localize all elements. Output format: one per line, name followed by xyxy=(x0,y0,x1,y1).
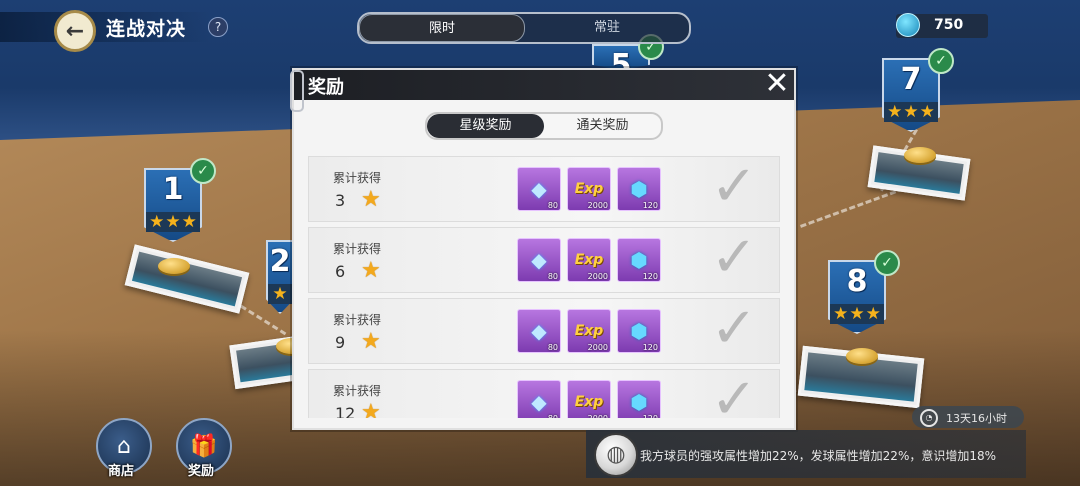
back-arrow-icon: ← xyxy=(65,18,85,44)
claimed-check-icon: ✓ xyxy=(710,296,758,361)
claimed-check-icon: ✓ xyxy=(710,156,758,219)
row-label: 累计获得 xyxy=(333,242,382,256)
dialog-title: 奖励 xyxy=(308,77,344,98)
volleyball-icon: ◍ xyxy=(594,433,638,477)
back-button[interactable]: ← xyxy=(54,10,96,52)
reward-item[interactable]: Exp2000 xyxy=(567,167,611,211)
star-count: 6 xyxy=(335,262,346,281)
reward-item[interactable]: ◆80 xyxy=(517,380,561,418)
check-icon: ✓ xyxy=(874,250,900,276)
reward-tabs: 星级奖励 通关奖励 xyxy=(425,112,663,140)
star-count: 12 xyxy=(335,404,356,418)
reward-item[interactable]: Exp2000 xyxy=(567,380,611,418)
claimed-check-icon: ✓ xyxy=(710,225,758,290)
coin-icon xyxy=(158,258,190,274)
star-count: 9 xyxy=(335,333,346,352)
dialog-header: 奖励 ✕ xyxy=(294,69,794,100)
reward-item[interactable]: ◆80 xyxy=(517,309,561,353)
close-button[interactable]: ✕ xyxy=(762,69,792,100)
tab-clear-reward[interactable]: 通关奖励 xyxy=(544,114,661,138)
stage-badge[interactable]: 1 ★ ★ ★ ✓ xyxy=(144,158,216,242)
shop-label: 商店 xyxy=(108,464,135,479)
exp-icon: Exp xyxy=(574,394,604,410)
coin-icon xyxy=(904,147,936,163)
currency-value: 750 xyxy=(934,17,964,33)
event-timer: ◔ 13天16小时 xyxy=(912,406,1024,428)
mode-tabs: 限时 常驻 xyxy=(357,12,691,44)
check-icon: ✓ xyxy=(928,48,954,74)
stage-stars: ★ ★ ★ xyxy=(830,304,884,324)
page-title: 连战对决 xyxy=(106,18,187,40)
stage-stars: ★ xyxy=(268,284,292,304)
coin-icon xyxy=(846,348,878,364)
stage-badge[interactable]: 2 ★ xyxy=(266,240,294,314)
check-icon: ✓ xyxy=(190,158,216,184)
reward-label: 奖励 xyxy=(188,464,215,479)
row-label: 累计获得 xyxy=(333,384,382,398)
tab-limited[interactable]: 限时 xyxy=(359,14,525,42)
reward-item[interactable]: ◆80 xyxy=(517,238,561,282)
gift-icon: 🎁 xyxy=(190,433,218,459)
paperclip-icon xyxy=(290,70,304,112)
gem-icon xyxy=(896,13,920,37)
reward-row: 累计获得 9 ★ ◆ 80 Exp 2000 ⬢ 120 ✓ xyxy=(308,298,780,364)
buff-banner: ◍ 我方球员的强攻属性增加22%，发球属性增加22%，意识增加18% xyxy=(586,430,1026,478)
reward-row: 累计获得 6 ★ ◆ 80 Exp 2000 ⬢ 120 ✓ xyxy=(308,227,780,293)
stage-stars: ★ ★ ★ xyxy=(884,102,938,122)
help-button[interactable]: ? xyxy=(208,17,228,37)
reward-item[interactable]: ⬢120 xyxy=(617,380,661,418)
reward-dialog: 奖励 ✕ 星级奖励 通关奖励 累计获得 3 ★ ◆ 80 Exp 2000 ⬢ 120… xyxy=(290,68,796,430)
star-icon: ★ xyxy=(361,258,381,283)
hex-gem-icon: ⬢ xyxy=(630,390,648,414)
stage-stars: ★ ★ ★ xyxy=(146,212,200,232)
reward-row: 累计获得 12 ★ ◆80 Exp2000 ⬢120 ✓ xyxy=(308,369,780,418)
star-icon: ★ xyxy=(361,329,381,354)
stage-badge[interactable]: 7 ★ ★ ★ ✓ xyxy=(882,48,954,132)
buff-text: 我方球员的强攻属性增加22%，发球属性增加22%，意识增加18% xyxy=(640,449,997,463)
reward-item[interactable]: ⬢120 xyxy=(617,167,661,211)
reward-item[interactable]: ⬢120 xyxy=(617,238,661,282)
stage-badge[interactable]: 5 ✓ xyxy=(592,34,664,83)
star-icon: ★ xyxy=(361,400,381,418)
stage-number: 2 xyxy=(269,244,291,279)
diamond-icon: ◆ xyxy=(531,390,547,414)
reward-item[interactable]: ⬢120 xyxy=(617,309,661,353)
reward-list[interactable]: 累计获得 3 ★ ◆ 80 Exp 2000 ⬢ 120 ✓ 累计获得 6 ★ ◆ 80… xyxy=(308,156,780,418)
tab-star-reward[interactable]: 星级奖励 xyxy=(427,114,544,138)
tab-permanent[interactable]: 常驻 xyxy=(525,14,689,42)
stage-badge[interactable]: 8 ★ ★ ★ ✓ xyxy=(828,250,900,334)
row-label: 累计获得 xyxy=(333,171,382,185)
timer-text: 13天16小时 xyxy=(946,412,1007,425)
star-count: 3 xyxy=(335,191,346,210)
shop-icon: ⌂ xyxy=(117,433,131,459)
reward-row: 累计获得 3 ★ ◆ 80 Exp 2000 ⬢ 120 ✓ xyxy=(308,156,780,222)
clock-icon: ◔ xyxy=(920,409,938,427)
row-label: 累计获得 xyxy=(333,313,382,327)
reward-item[interactable]: Exp2000 xyxy=(567,238,611,282)
claimed-check-icon: ✓ xyxy=(710,367,758,419)
reward-item[interactable]: Exp2000 xyxy=(567,309,611,353)
reward-item[interactable]: ◆80 xyxy=(517,167,561,211)
star-icon: ★ xyxy=(361,187,381,212)
currency-display: 750 xyxy=(896,13,988,38)
